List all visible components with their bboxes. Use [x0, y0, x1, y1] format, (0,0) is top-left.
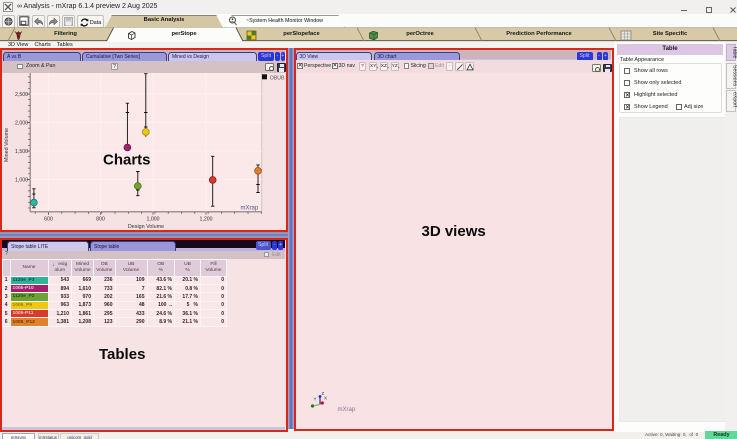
svg-text:mΧrap: mΧrap: [240, 206, 258, 212]
svg-text:OBUB: OBUB: [269, 75, 284, 81]
svg-text:2,000: 2,000: [15, 121, 28, 127]
svg-text:Charts: Charts: [103, 152, 151, 169]
svg-text:Design Volume: Design Volume: [127, 224, 163, 230]
svg-text:1,000: 1,000: [15, 178, 28, 184]
svg-text:800: 800: [96, 217, 105, 223]
svg-text:2,500: 2,500: [15, 92, 28, 98]
svg-text:600: 600: [44, 217, 53, 223]
svg-text:X: X: [324, 396, 327, 401]
svg-text:Mined Volume: Mined Volume: [4, 128, 10, 162]
svg-text:1,000: 1,000: [146, 217, 159, 223]
svg-text:Y: Y: [313, 397, 316, 402]
svg-text:1,500: 1,500: [15, 149, 28, 155]
svg-text:1,200: 1,200: [199, 217, 212, 223]
